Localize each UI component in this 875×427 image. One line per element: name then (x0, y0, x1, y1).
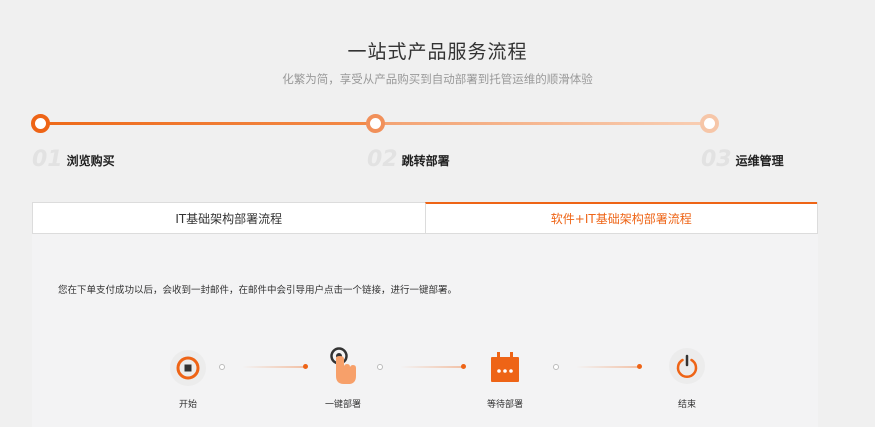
step-label: 跳转部署 (401, 154, 450, 168)
connector-end-dot (461, 364, 466, 369)
flow-label-start: 开始 (178, 400, 197, 410)
connector-start-dot (377, 364, 383, 370)
step-node-2 (366, 114, 385, 133)
tab-it-infrastructure[interactable]: IT基础架构部署流程 (33, 203, 425, 233)
page: 一站式产品服务流程 化繁为简，享受从产品购买到自动部署到托管运维的顺滑体验 01… (0, 0, 875, 427)
panel-description: 您在下单支付成功以后，会收到一封邮件，在邮件中会引导用户点击一个链接，进行一键部… (58, 285, 458, 296)
step-label: 浏览购买 (66, 154, 115, 168)
step-1: 01 浏览购买 (32, 146, 115, 172)
connector-start-dot (553, 364, 559, 370)
connector-end-dot (303, 364, 308, 369)
progress-track-1 (48, 122, 368, 125)
step-number: 01 (32, 147, 63, 172)
step-label: 运维管理 (735, 154, 784, 168)
section-subtitle: 化繁为简，享受从产品购买到自动部署到托管运维的顺滑体验 (282, 72, 593, 86)
deployment-tabs: IT基础架构部署流程 软件+IT基础架构部署流程 (32, 202, 818, 234)
calendar-icon (487, 349, 523, 385)
tab-software-it-infrastructure[interactable]: 软件+IT基础架构部署流程 (424, 202, 817, 233)
flow-label-end: 结束 (677, 400, 696, 410)
connector-line (242, 366, 304, 368)
flow-label-deploy: 一键部署 (324, 400, 361, 410)
connector-start-dot (219, 364, 225, 370)
step-3: 03 运维管理 (701, 146, 784, 172)
connector-line (400, 366, 464, 368)
step-node-1 (31, 114, 50, 133)
start-icon (170, 350, 206, 386)
step-number: 02 (367, 147, 398, 172)
step-number: 03 (701, 147, 732, 172)
progress-track-2 (384, 122, 702, 125)
tab-panel: 您在下单支付成功以后，会收到一封邮件，在邮件中会引导用户点击一个链接，进行一键部… (32, 234, 818, 427)
flow-label-waiting: 等待部署 (486, 400, 523, 410)
step-2: 02 跳转部署 (367, 146, 450, 172)
step-node-3 (700, 114, 719, 133)
section-title: 一站式产品服务流程 (347, 41, 528, 63)
connector-line (576, 366, 640, 368)
click-hand-icon (322, 347, 362, 387)
connector-end-dot (637, 364, 642, 369)
power-icon (669, 348, 705, 384)
